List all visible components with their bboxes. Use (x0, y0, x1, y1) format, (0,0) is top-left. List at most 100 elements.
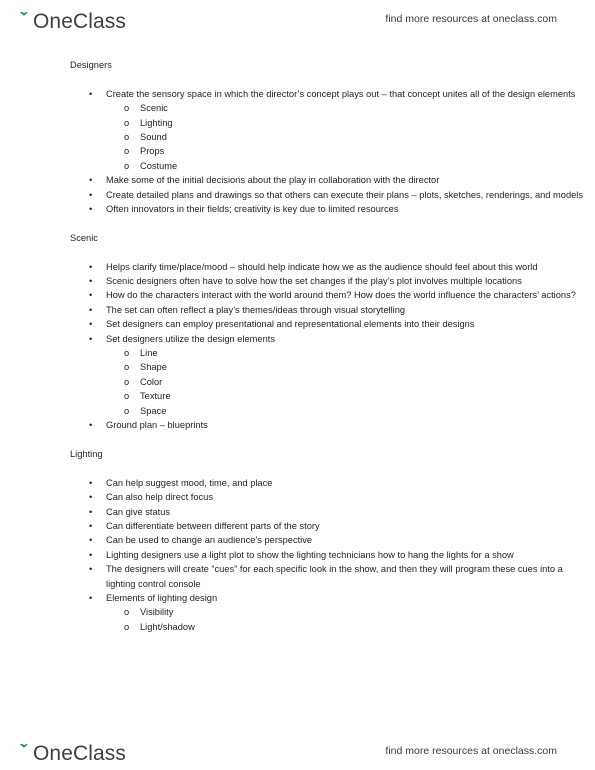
subbullet-list: o Line o Shape o Color o Texture o Space (0, 346, 595, 418)
bullet-text: Often innovators in their fields; creati… (106, 204, 399, 215)
oneclass-logo-header: OneClass (14, 6, 126, 32)
bullet-item: • Helps clarify time/place/mood – should … (0, 260, 595, 274)
bullet-text: Create the sensory space in which the di… (106, 88, 576, 99)
subbullet-group: o Visibility o Light/shadow (0, 605, 595, 634)
bullet-marker-icon: • (89, 492, 93, 503)
bullet-item: • Create the sensory space in which the d… (0, 87, 595, 101)
bullet-marker-icon: • (89, 276, 93, 287)
subbullet-text: Texture (140, 391, 171, 402)
bullet-marker-icon: • (89, 535, 93, 546)
bullet-item: • Scenic designers often have to solve ho… (0, 274, 595, 288)
subbullet-item: o Scenic (0, 101, 595, 115)
subbullet-marker-icon: o (124, 621, 130, 632)
bullet-text: The set can often reflect a play’s theme… (106, 304, 406, 315)
subbullet-text: Scenic (140, 103, 168, 114)
page-header: OneClass find more resources at oneclass… (0, 0, 595, 38)
bullet-text: Lighting designers use a light plot to s… (106, 549, 514, 560)
bullet-marker-icon: • (89, 290, 93, 301)
subbullet-item: o Visibility (0, 605, 595, 619)
subbullet-marker-icon: o (124, 348, 130, 359)
subbullet-text: Space (140, 405, 167, 416)
bullet-list: • Helps clarify time/place/mood – should … (0, 260, 595, 433)
bullet-item: • Set designers can employ presentational… (0, 317, 595, 331)
bullet-text: Scenic designers often have to solve how… (106, 276, 522, 287)
subbullet-text: Color (140, 376, 163, 387)
bullet-marker-icon: • (89, 261, 93, 272)
subbullet-text: Sound (140, 132, 167, 143)
bullet-text: Can help suggest mood, time, and place (106, 477, 273, 488)
subbullet-item: o Sound (0, 130, 595, 144)
bullet-item: • Elements of lighting design (0, 591, 595, 605)
bullet-marker-icon: • (89, 319, 93, 330)
bullet-marker-icon: • (89, 304, 93, 315)
subbullet-item: o Lighting (0, 116, 595, 130)
oneclass-logo-footer: OneClass (14, 738, 126, 764)
bullet-list: • Create the sensory space in which the d… (0, 87, 595, 217)
bullet-text: Helps clarify time/place/mood – should h… (106, 261, 538, 272)
bullet-text: Can differentiate between different part… (106, 520, 320, 531)
bullet-marker-icon: • (89, 175, 93, 186)
bullet-item: • Can give status (0, 505, 595, 519)
bullet-item: • The designers will create “cues” for ea… (0, 562, 595, 591)
bullet-item: • Can help suggest mood, time, and place (0, 476, 595, 490)
bullet-text: Can be used to change an audience’s pers… (106, 535, 313, 546)
subbullet-text: Lighting (140, 117, 173, 128)
bullet-marker-icon: • (89, 506, 93, 517)
bullet-text: Can also help direct focus (106, 492, 213, 503)
bullet-item: • Can be used to change an audience’s per… (0, 533, 595, 547)
subbullet-text: Costume (140, 160, 178, 171)
section-heading: Lighting (70, 448, 103, 459)
header-tagline: find more resources at oneclass.com (385, 12, 557, 25)
subbullet-item: o Costume (0, 159, 595, 173)
bullet-marker-icon: • (89, 564, 93, 575)
subbullet-text: Props (140, 146, 165, 157)
subbullet-group: o Scenic o Lighting o Sound o Props o Costume (0, 101, 595, 173)
subbullet-marker-icon: o (124, 103, 130, 114)
subbullet-item: o Props (0, 144, 595, 158)
subbullet-marker-icon: o (124, 405, 130, 416)
bullet-marker-icon: • (89, 88, 93, 99)
sprout-o-logo-icon (14, 742, 33, 764)
footer-tagline: find more resources at oneclass.com (385, 744, 557, 757)
sprout-o-logo-icon (14, 10, 33, 32)
subbullet-text: Visibility (140, 607, 174, 618)
bullet-text: Make some of the initial decisions about… (106, 175, 440, 186)
subbullet-marker-icon: o (124, 160, 130, 171)
subbullet-marker-icon: o (124, 607, 130, 618)
section-heading: Designers (70, 60, 112, 70)
bullet-marker-icon: • (89, 420, 93, 431)
bullet-marker-icon: • (89, 189, 93, 200)
subbullet-marker-icon: o (124, 117, 130, 128)
subbullet-marker-icon: o (124, 376, 130, 387)
bullet-item: • The set can often reflect a play’s them… (0, 303, 595, 317)
bullet-item: • Can differentiate between different par… (0, 519, 595, 533)
bullet-list: • Can help suggest mood, time, and place •… (0, 476, 595, 634)
bullet-item: • How do the characters interact with the… (0, 288, 595, 302)
subbullet-item: o Space (0, 404, 595, 418)
bullet-item: • Lighting designers use a light plot to … (0, 548, 595, 562)
subbullet-marker-icon: o (124, 132, 130, 143)
bullet-item: • Create detailed plans and drawings so t… (0, 188, 595, 202)
bullet-item: • Can also help direct focus (0, 490, 595, 504)
subbullet-item: o Light/shadow (0, 620, 595, 634)
page-footer: OneClass find more resources at oneclass… (0, 732, 595, 770)
bullet-text: Set designers utilize the design element… (106, 333, 275, 344)
subbullet-item: o Line (0, 346, 595, 360)
subbullet-list: o Scenic o Lighting o Sound o Props o Costume (0, 101, 595, 173)
bullet-item: • Set designers utilize the design elemen… (0, 332, 595, 346)
subbullet-marker-icon: o (124, 391, 130, 402)
subbullet-marker-icon: o (124, 362, 130, 373)
subbullet-text: Light/shadow (140, 621, 195, 632)
section-heading: Scenic (70, 232, 98, 243)
subbullet-text: Line (140, 348, 158, 359)
subbullet-item: o Texture (0, 389, 595, 403)
bullet-marker-icon: • (89, 592, 93, 603)
subbullet-item: o Shape (0, 360, 595, 374)
bullet-item: • Often innovators in their fields; creat… (0, 202, 595, 216)
bullet-text: Create detailed plans and drawings so th… (106, 189, 584, 200)
subbullet-group: o Line o Shape o Color o Texture o Space (0, 346, 595, 418)
bullet-item: • Ground plan – blueprints (0, 418, 595, 432)
